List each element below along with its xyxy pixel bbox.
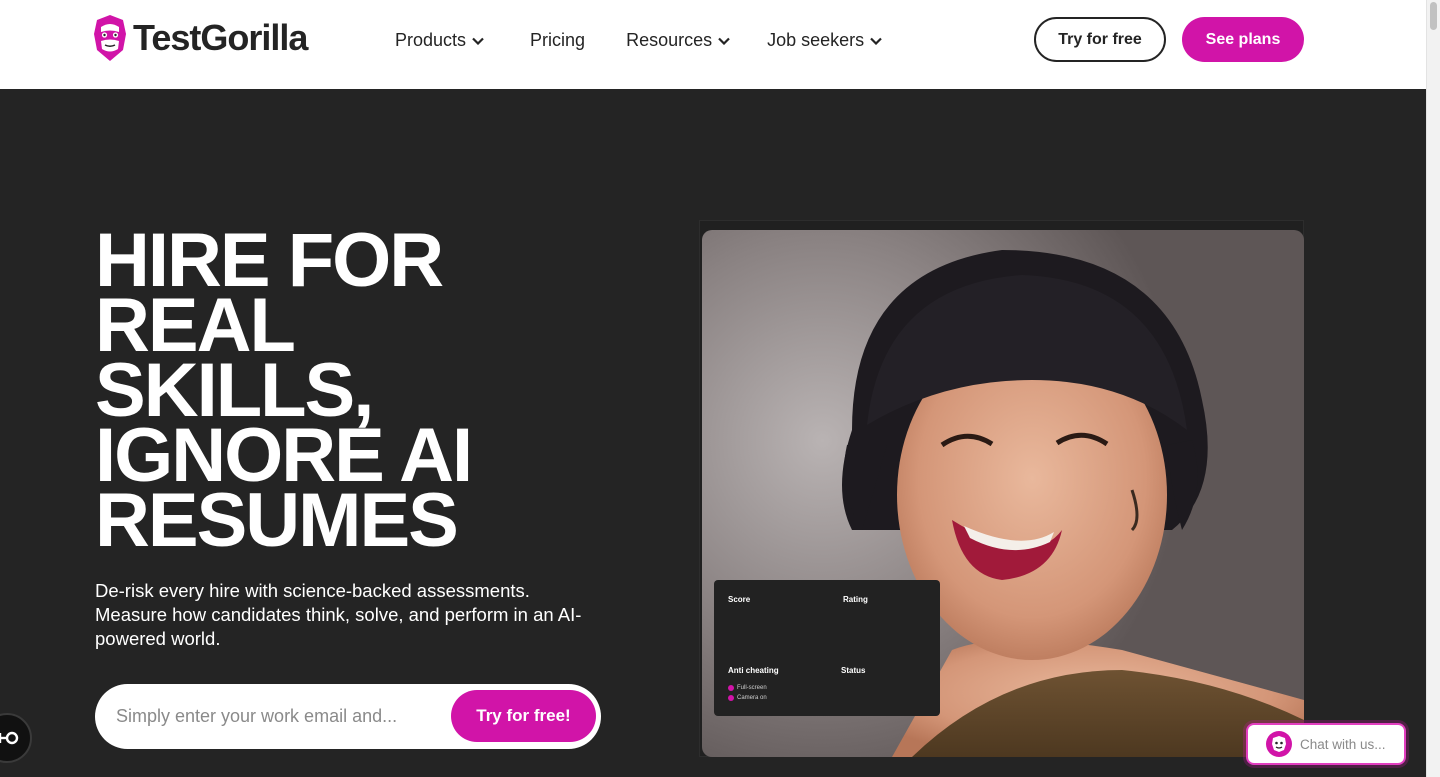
nav-item-label: Products — [395, 30, 467, 50]
accessibility-icon — [0, 731, 19, 745]
main-nav: Products Pricing Resources Job seekers — [395, 30, 882, 51]
status-dot-icon — [728, 685, 734, 691]
hero-title-line: RESUMES — [95, 478, 459, 563]
accessibility-button[interactable] — [0, 713, 32, 763]
rating-label: Rating — [843, 595, 868, 604]
logo[interactable]: TestGorilla — [93, 14, 308, 62]
check-item-label: Full-screen — [737, 685, 767, 691]
brand-name: TestGorilla — [133, 17, 308, 58]
check-item-label: Camera on — [737, 695, 767, 701]
chevron-down-icon — [870, 37, 882, 45]
page-scrollbar[interactable] — [1426, 0, 1440, 777]
try-for-free-button[interactable]: Try for free — [1034, 17, 1166, 62]
gorilla-logo-icon — [94, 15, 126, 61]
chat-label: Chat with us... — [1300, 736, 1386, 752]
nav-item-label: Pricing — [530, 30, 586, 50]
nav-item-pricing[interactable]: Pricing — [530, 30, 585, 51]
scrollbar-thumb[interactable] — [1430, 2, 1437, 30]
chat-widget-button[interactable]: Chat with us... — [1246, 723, 1406, 765]
status-label: Status — [841, 666, 866, 675]
hero-title: HIRE FOR REAL SKILLS, IGNORE AI RESUMES — [95, 223, 565, 563]
score-label: Score — [728, 595, 751, 604]
hero-subtitle: De-risk every hire with science-backed a… — [95, 580, 582, 649]
chat-bot-icon — [1266, 731, 1292, 757]
try-for-free-cta-button[interactable]: Try for free! — [451, 690, 596, 742]
see-plans-button[interactable]: See plans — [1182, 17, 1304, 62]
chevron-down-icon — [718, 37, 730, 45]
check-item: Camera on — [728, 695, 767, 701]
nav-item-label: Job seekers — [767, 30, 865, 50]
check-item: Full-screen — [728, 685, 767, 691]
nav-item-resources[interactable]: Resources — [626, 30, 730, 51]
chevron-down-icon — [472, 37, 484, 45]
anti-cheating-label: Anti cheating — [728, 666, 779, 675]
email-signup-form: Try for free! — [95, 684, 601, 749]
status-dot-icon — [728, 695, 734, 701]
site-header: TestGorilla Products Pricing Resources J… — [0, 0, 1426, 89]
nav-item-products[interactable]: Products — [395, 30, 484, 51]
nav-item-job-seekers[interactable]: Job seekers — [767, 30, 882, 51]
assessment-score-card: Score Rating Anti cheating Status Full-s… — [714, 580, 940, 716]
work-email-input[interactable] — [116, 699, 436, 733]
nav-item-label: Resources — [626, 30, 713, 50]
